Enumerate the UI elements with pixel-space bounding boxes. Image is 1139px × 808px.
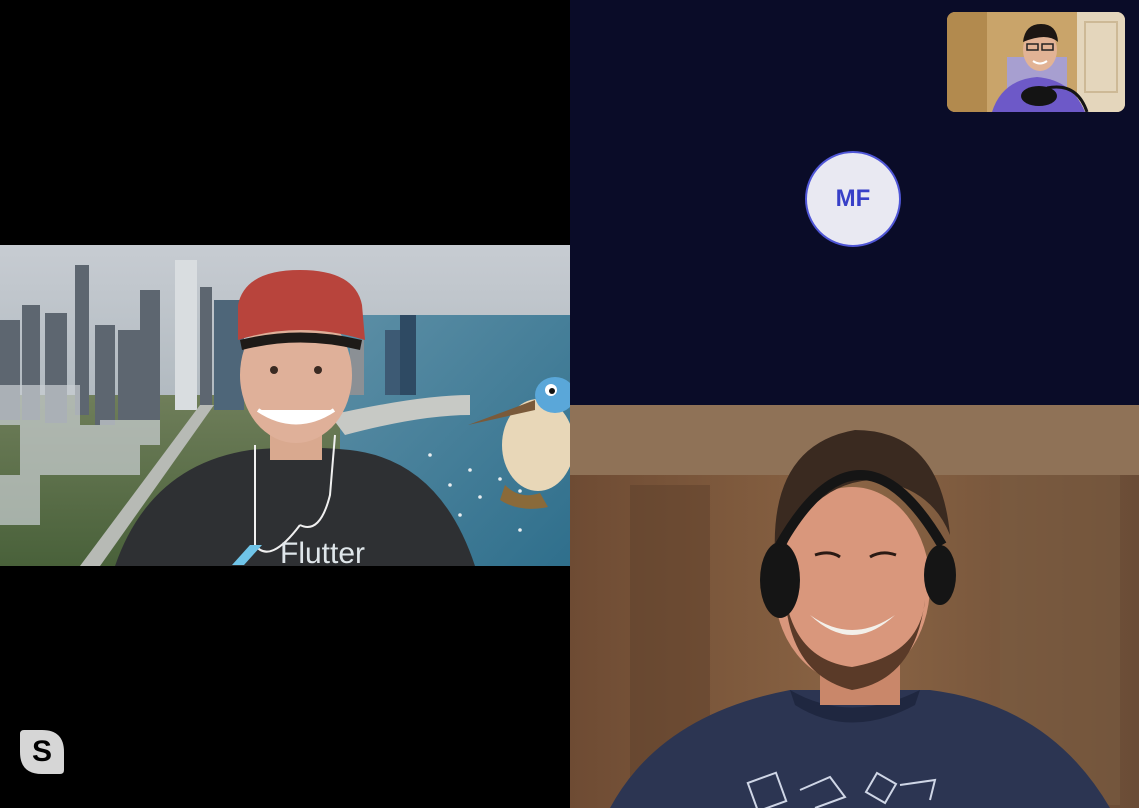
skype-logo-icon[interactable]: S xyxy=(18,728,66,776)
self-view-video-image xyxy=(947,12,1125,112)
participant-video-left-image: Flutter xyxy=(0,245,570,566)
participant-video-right[interactable] xyxy=(570,405,1139,808)
participant-video-left[interactable]: Flutter xyxy=(0,245,570,566)
participant-video-right-image xyxy=(570,405,1139,808)
avatar-participant-pane: MF xyxy=(570,0,1139,405)
skype-logo-letter: S xyxy=(31,735,52,768)
avatar-initials: MF xyxy=(835,185,871,212)
participant-avatar-mf[interactable]: MF xyxy=(805,151,901,247)
self-view-video[interactable] xyxy=(947,12,1125,112)
shirt-logo-text: Flutter xyxy=(280,537,365,566)
left-participant-pane: Flutter S xyxy=(0,0,570,808)
